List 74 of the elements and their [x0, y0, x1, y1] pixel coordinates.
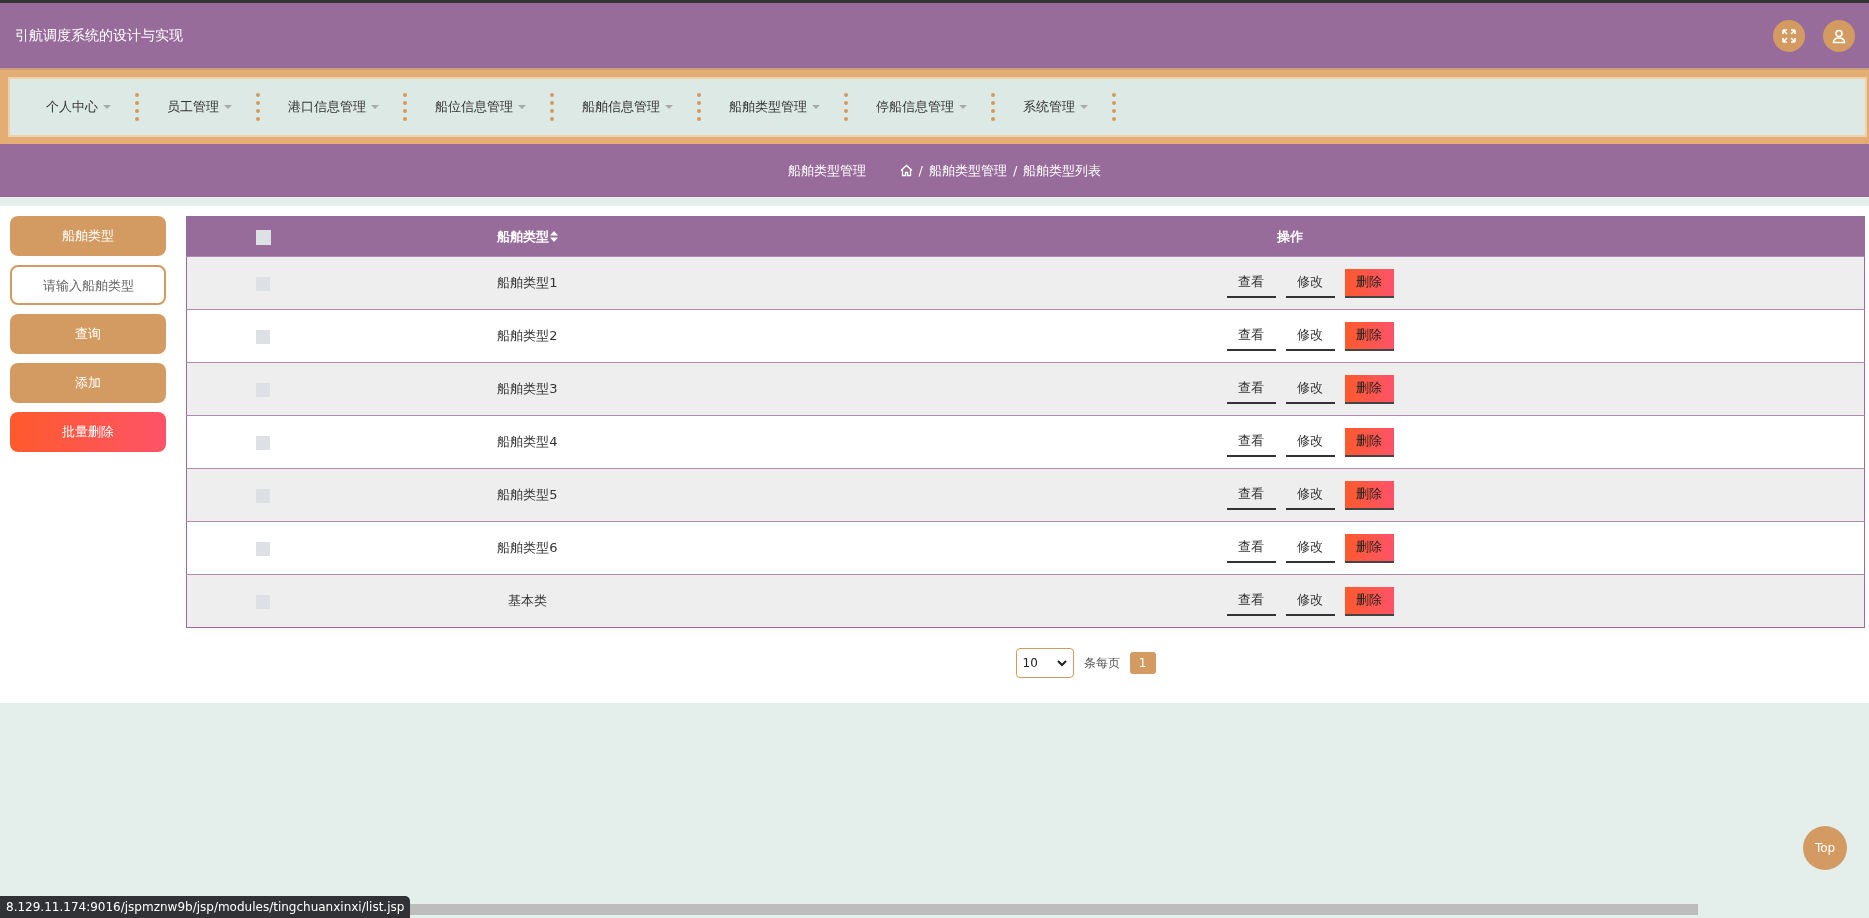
column-header[interactable]: 船舶类型 — [497, 227, 558, 246]
delete-button[interactable]: 删除 — [1344, 427, 1394, 457]
sort-icon[interactable] — [550, 231, 558, 242]
breadcrumb-link[interactable]: 船舶类型管理 — [929, 161, 1007, 180]
dots-separator-icon — [256, 93, 260, 121]
edit-button[interactable]: 修改 — [1285, 268, 1335, 298]
view-button[interactable]: 查看 — [1226, 374, 1276, 404]
view-button[interactable]: 查看 — [1226, 268, 1276, 298]
view-button[interactable]: 查看 — [1226, 586, 1276, 616]
field-label: 船舶类型 — [10, 216, 166, 256]
breadcrumb-separator: / — [918, 163, 923, 178]
caret-icon — [812, 105, 820, 109]
breadcrumb-link[interactable]: 船舶类型列表 — [1023, 161, 1102, 180]
chevron-down-icon — [1056, 659, 1067, 667]
table-cell: 船舶类型6 — [497, 540, 558, 555]
caret-icon — [959, 105, 967, 109]
delete-button[interactable]: 删除 — [1344, 586, 1394, 616]
edit-button[interactable]: 修改 — [1285, 427, 1335, 457]
table-cell: 船舶类型2 — [497, 328, 558, 343]
nav-menu-item[interactable]: 员工管理 — [161, 98, 238, 116]
delete-button[interactable]: 删除 — [1344, 268, 1394, 298]
checkbox[interactable] — [256, 329, 270, 344]
checkbox[interactable] — [256, 435, 270, 450]
app-title: 引航调度系统的设计与实现 — [15, 26, 183, 45]
caret-icon — [665, 105, 673, 109]
dots-separator-icon — [135, 93, 139, 121]
nav-menu-item[interactable]: 个人中心 — [40, 98, 117, 116]
dots-separator-icon — [403, 93, 407, 121]
edit-button[interactable]: 修改 — [1285, 374, 1335, 404]
delete-button[interactable]: 删除 — [1344, 374, 1394, 404]
dots-separator-icon — [844, 93, 848, 121]
page-title: 船舶类型管理 — [787, 161, 866, 180]
edit-button[interactable]: 修改 — [1285, 321, 1335, 351]
edit-button[interactable]: 修改 — [1285, 480, 1335, 510]
table-cell: 船舶类型5 — [497, 487, 558, 502]
delete-button[interactable]: 删除 — [1344, 480, 1394, 510]
caret-icon — [371, 105, 379, 109]
page-size-select[interactable]: 10 — [1015, 648, 1074, 678]
dots-separator-icon — [697, 93, 701, 121]
nav-menu-item[interactable]: 港口信息管理 — [282, 98, 385, 116]
caret-icon — [1080, 105, 1088, 109]
nav-menu-item[interactable]: 船舶信息管理 — [576, 98, 679, 116]
edit-button[interactable]: 修改 — [1285, 586, 1335, 616]
breadcrumb-separator: / — [1013, 163, 1018, 178]
caret-icon — [103, 105, 111, 109]
caret-icon — [224, 105, 232, 109]
table-cell: 基本类 — [508, 593, 547, 608]
search-field[interactable]: 请输入船舶类型 — [10, 265, 166, 305]
caret-icon — [518, 105, 526, 109]
delete-button[interactable]: 删除 — [1344, 321, 1394, 351]
nav-menu-item[interactable]: 船舶类型管理 — [723, 98, 826, 116]
dots-separator-icon — [991, 93, 995, 121]
table-cell: 船舶类型4 — [497, 434, 558, 449]
nav-menu-item[interactable]: 停船信息管理 — [870, 98, 973, 116]
nav-menu-item[interactable]: 系统管理 — [1017, 98, 1094, 116]
table-cell: 船舶类型3 — [497, 381, 558, 396]
view-button[interactable]: 查看 — [1226, 480, 1276, 510]
per-page-label: 条每页 — [1083, 654, 1120, 672]
table-cell: 船舶类型1 — [497, 275, 558, 290]
home-icon[interactable] — [899, 164, 913, 177]
dots-separator-icon — [1112, 93, 1116, 121]
checkbox[interactable] — [255, 229, 271, 245]
column-header: 操作 — [1277, 227, 1303, 246]
edit-button[interactable]: 修改 — [1285, 533, 1335, 563]
user-icon[interactable] — [1823, 19, 1855, 52]
checkbox[interactable] — [256, 541, 270, 556]
delete-button[interactable]: 删除 — [1344, 533, 1394, 563]
status-url-tooltip: 8.129.11.174:9016/jspmznw9b/jsp/modules/tingchuanxinxi/list.jsp — [0, 896, 411, 918]
view-button[interactable]: 查看 — [1226, 533, 1276, 563]
view-button[interactable]: 查看 — [1226, 427, 1276, 457]
fullscreen-icon[interactable] — [1773, 19, 1805, 52]
view-button[interactable]: 查看 — [1226, 321, 1276, 351]
dots-separator-icon — [550, 93, 554, 121]
nav-menu-item[interactable]: 船位信息管理 — [429, 98, 532, 116]
